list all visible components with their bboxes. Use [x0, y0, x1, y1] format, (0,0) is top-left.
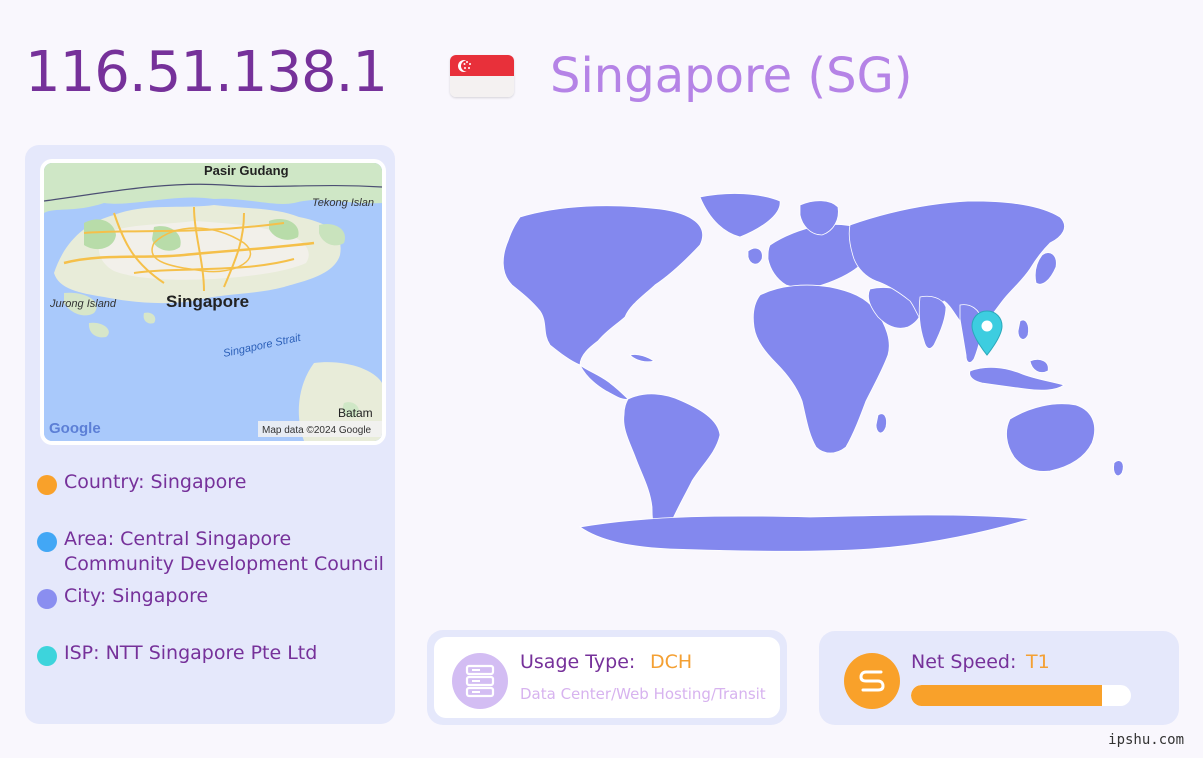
country-row: Country: Singapore: [37, 470, 384, 495]
area-row: Area: Central Singapore Community Develo…: [37, 527, 384, 577]
usage-type-card: Usage Type: DCH Data Center/Web Hosting/…: [427, 630, 787, 725]
net-speed-bar-fill: [911, 685, 1103, 706]
usage-type-label: Usage Type:: [520, 651, 636, 673]
google-logo: Google: [49, 420, 101, 437]
net-speed-value: T1: [1026, 651, 1050, 673]
map-label-jurong: Jurong Island: [49, 298, 117, 310]
map-label-singapore: Singapore: [166, 292, 249, 311]
server-icon: [452, 653, 508, 709]
world-map: [430, 185, 1150, 565]
map-attribution[interactable]: Map data ©2024 Google: [262, 425, 372, 436]
country-dot-icon: [37, 475, 57, 495]
singapore-flag-icon: [450, 55, 514, 97]
net-speed-bar: [911, 685, 1131, 706]
net-speed-card: Net Speed: T1: [819, 631, 1179, 725]
city-text: City: Singapore: [64, 585, 209, 607]
country-text: Country: Singapore: [64, 471, 247, 493]
speed-s-icon: [844, 653, 900, 709]
usage-type-value: DCH: [650, 651, 693, 673]
isp-text: ISP: NTT Singapore Pte Ltd: [64, 642, 318, 664]
location-map[interactable]: Pasir Gudang Tekong Islan Jurong Island …: [40, 159, 386, 445]
net-speed-label: Net Speed:: [911, 651, 1017, 673]
map-label-batam: Batam: [338, 406, 373, 420]
isp-row: ISP: NTT Singapore Pte Ltd: [37, 641, 384, 666]
isp-dot-icon: [37, 646, 57, 666]
ip-address: 116.51.138.1: [25, 40, 388, 105]
area-text: Area: Central Singapore Community Develo…: [64, 528, 384, 575]
location-info-card: Pasir Gudang Tekong Islan Jurong Island …: [25, 145, 395, 724]
map-label-pasir-gudang: Pasir Gudang: [204, 163, 289, 178]
country-title: Singapore (SG): [550, 48, 913, 104]
site-footer[interactable]: ipshu.com: [1108, 732, 1184, 748]
map-label-tekong: Tekong Islan: [312, 197, 374, 209]
city-dot-icon: [37, 589, 57, 609]
city-row: City: Singapore: [37, 584, 384, 609]
usage-type-description: Data Center/Web Hosting/Transit: [520, 685, 766, 703]
area-dot-icon: [37, 532, 57, 552]
